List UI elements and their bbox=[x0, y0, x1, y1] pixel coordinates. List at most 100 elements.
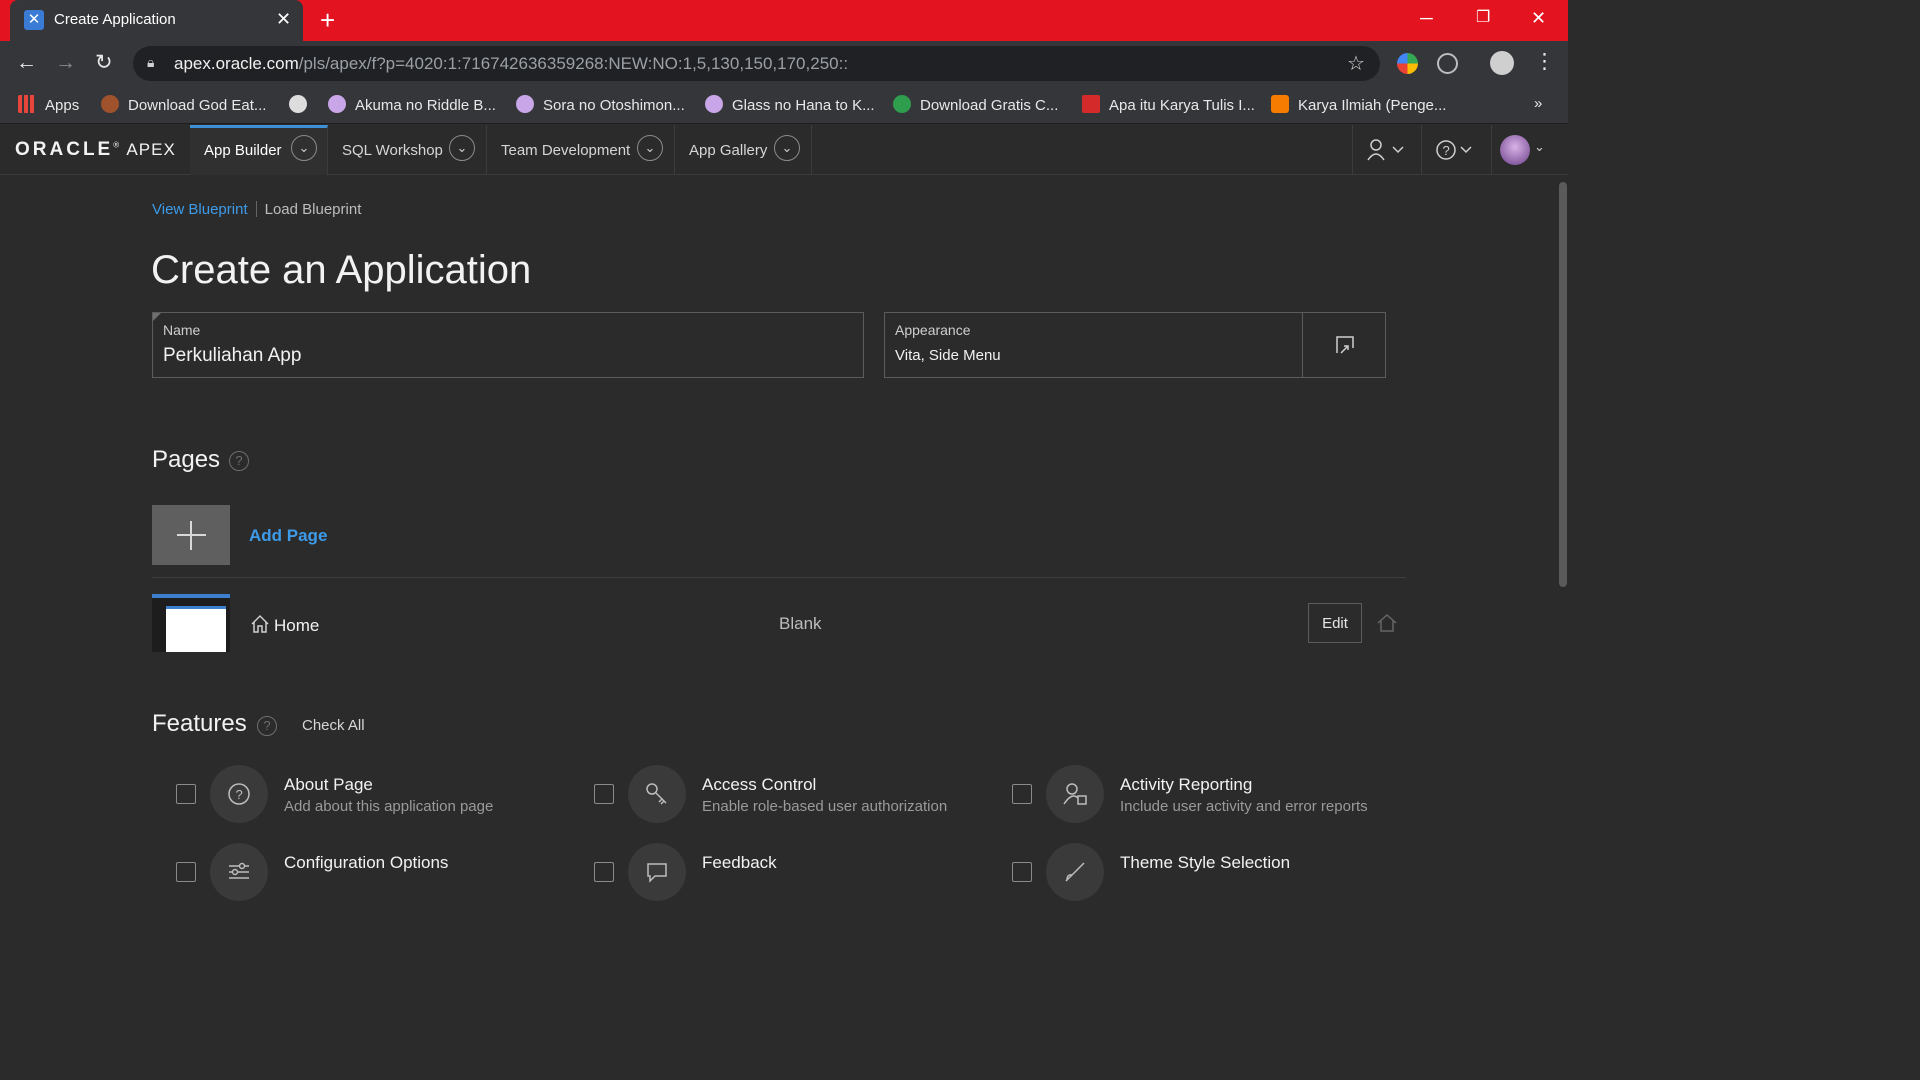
help-icon[interactable]: ? bbox=[229, 451, 249, 471]
svg-text:?: ? bbox=[236, 787, 243, 802]
view-blueprint-link[interactable]: View Blueprint bbox=[152, 201, 248, 218]
name-input[interactable] bbox=[163, 345, 843, 367]
feature-checkbox[interactable] bbox=[594, 784, 614, 804]
bookmarks-overflow-icon[interactable]: » bbox=[1534, 95, 1542, 112]
browser-menu-icon[interactable]: ⋮ bbox=[1534, 49, 1555, 75]
feature-title: Access Control bbox=[702, 775, 817, 794]
comment-icon bbox=[628, 843, 686, 901]
help-icon: ? bbox=[210, 765, 268, 823]
user-chart-icon bbox=[1046, 765, 1104, 823]
feature-checkbox[interactable] bbox=[176, 862, 196, 882]
chevron-down-icon[interactable]: ⌄ bbox=[1534, 139, 1545, 155]
address-toolbar: ← → ↻ 🔒︎ apex.oracle.com/pls/apex/f?p=40… bbox=[0, 41, 1568, 86]
help-icon: ? bbox=[1436, 140, 1472, 160]
oracle-apex-logo[interactable]: ORACLE® APEX bbox=[15, 139, 176, 161]
bookmark-item[interactable]: Akuma no Riddle B... bbox=[328, 95, 496, 114]
chevron-down-icon[interactable]: ⌄ bbox=[449, 135, 475, 161]
tab-sql-workshop[interactable]: SQL Workshop ⌄ bbox=[328, 125, 487, 175]
feature-title: Feedback bbox=[702, 853, 777, 872]
add-page-icon[interactable] bbox=[152, 505, 230, 565]
avatar[interactable] bbox=[1500, 135, 1530, 165]
brush-icon bbox=[1046, 843, 1104, 901]
profile-icon[interactable] bbox=[1490, 51, 1514, 75]
popup-open-icon bbox=[1336, 336, 1354, 354]
chevron-down-icon[interactable]: ⌄ bbox=[291, 135, 317, 161]
add-page-link[interactable]: Add Page bbox=[249, 526, 327, 546]
url-text[interactable]: apex.oracle.com/pls/apex/f?p=4020:1:7167… bbox=[174, 54, 848, 74]
bookmark-item[interactable]: Download Gratis C... bbox=[893, 95, 1058, 114]
bookmark-item[interactable] bbox=[289, 95, 316, 114]
forward-icon[interactable]: → bbox=[55, 50, 76, 76]
edit-page-button[interactable]: Edit bbox=[1308, 603, 1362, 643]
apex-favicon-icon: ✕ bbox=[24, 10, 44, 30]
feature-title: Theme Style Selection bbox=[1120, 853, 1291, 872]
close-tab-icon[interactable]: ✕ bbox=[276, 9, 291, 30]
pages-heading: Pages bbox=[152, 446, 221, 473]
load-blueprint-link[interactable]: Load Blueprint bbox=[265, 201, 362, 218]
globe-extension-icon[interactable] bbox=[1437, 53, 1458, 74]
browser-tab-bar: ✕ Create Application ✕ + ─ ❐ ✕ bbox=[0, 0, 1568, 41]
tab-team-development[interactable]: Team Development ⌄ bbox=[487, 125, 675, 175]
sliders-icon bbox=[210, 843, 268, 901]
feature-title: About Page bbox=[284, 775, 373, 794]
feature-checkbox[interactable] bbox=[594, 862, 614, 882]
feature-title: Activity Reporting bbox=[1120, 775, 1253, 794]
user-gear-icon bbox=[1367, 139, 1404, 161]
feature-checkbox[interactable] bbox=[176, 784, 196, 804]
appearance-picker-button[interactable] bbox=[1302, 312, 1386, 378]
apps-grid-icon bbox=[18, 95, 36, 113]
bookmark-item[interactable]: Karya Ilmiah (Penge... bbox=[1271, 95, 1446, 114]
page-type: Blank bbox=[779, 614, 822, 633]
admin-menu-button[interactable] bbox=[1352, 125, 1421, 175]
browser-tab[interactable]: ✕ Create Application ✕ bbox=[10, 0, 303, 41]
feature-checkbox[interactable] bbox=[1012, 862, 1032, 882]
bookmark-star-icon[interactable]: ☆ bbox=[1347, 51, 1365, 76]
lock-icon: 🔒︎ bbox=[147, 54, 155, 70]
help-icon[interactable]: ? bbox=[257, 716, 277, 736]
chevron-down-icon[interactable]: ⌄ bbox=[774, 135, 800, 161]
tab-app-builder[interactable]: App Builder ⌄ bbox=[190, 125, 328, 175]
bookmark-item[interactable]: Glass no Hana to K... bbox=[705, 95, 875, 114]
bookmark-item[interactable]: Sora no Otoshimon... bbox=[516, 95, 685, 114]
svg-text:?: ? bbox=[1443, 143, 1450, 158]
bookmark-item[interactable]: Download God Eat... bbox=[101, 95, 266, 114]
apex-header: ORACLE® APEX App Builder ⌄ SQL Workshop … bbox=[0, 125, 1568, 175]
name-label: Name bbox=[163, 322, 201, 338]
feature-checkbox[interactable] bbox=[1012, 784, 1032, 804]
page-thumbnail bbox=[152, 594, 230, 652]
bookmark-apps[interactable]: Apps bbox=[18, 95, 79, 114]
key-icon bbox=[628, 765, 686, 823]
appearance-field[interactable]: Appearance Vita, Side Menu bbox=[884, 312, 1303, 378]
page-name-home[interactable]: Home bbox=[250, 614, 319, 636]
name-field[interactable]: Name bbox=[152, 312, 864, 378]
restore-icon[interactable]: ❐ bbox=[1476, 6, 1490, 30]
home-page-flag-icon bbox=[1377, 613, 1397, 632]
breadcrumb: View Blueprint Load Blueprint bbox=[152, 201, 361, 218]
home-icon bbox=[251, 614, 269, 633]
back-icon[interactable]: ← bbox=[16, 50, 37, 76]
appearance-value: Vita, Side Menu bbox=[895, 347, 1001, 364]
check-all-button[interactable]: Check All bbox=[302, 717, 365, 734]
extension-icon[interactable] bbox=[1397, 53, 1418, 74]
url-bar[interactable]: 🔒︎ apex.oracle.com/pls/apex/f?p=4020:1:7… bbox=[133, 46, 1380, 81]
minimize-icon[interactable]: ─ bbox=[1420, 6, 1433, 30]
chevron-down-icon[interactable]: ⌄ bbox=[637, 135, 663, 161]
tab-app-gallery[interactable]: App Gallery ⌄ bbox=[675, 125, 812, 175]
bookmark-item[interactable]: Apa itu Karya Tulis I... bbox=[1082, 95, 1255, 114]
features-heading: Features bbox=[152, 710, 247, 737]
help-menu-button[interactable]: ? bbox=[1421, 125, 1491, 175]
bookmarks-bar: Apps Download God Eat... Akuma no Riddle… bbox=[0, 86, 1568, 124]
new-tab-button[interactable]: + bbox=[320, 6, 335, 34]
feature-description: Include user activity and error reports bbox=[1120, 798, 1368, 815]
user-menu-button[interactable]: ⌄ bbox=[1491, 125, 1558, 175]
page-title: Create an Application bbox=[151, 248, 532, 292]
scrollbar-thumb[interactable] bbox=[1559, 182, 1567, 587]
tab-title: Create Application bbox=[54, 11, 176, 28]
window-close-icon[interactable]: ✕ bbox=[1531, 6, 1546, 30]
reload-icon[interactable]: ↻ bbox=[95, 50, 113, 76]
appearance-label: Appearance bbox=[895, 322, 971, 338]
feature-description: Enable role-based user authorization bbox=[702, 798, 948, 815]
divider bbox=[152, 577, 1406, 578]
feature-title: Configuration Options bbox=[284, 853, 449, 872]
divider bbox=[255, 201, 257, 217]
